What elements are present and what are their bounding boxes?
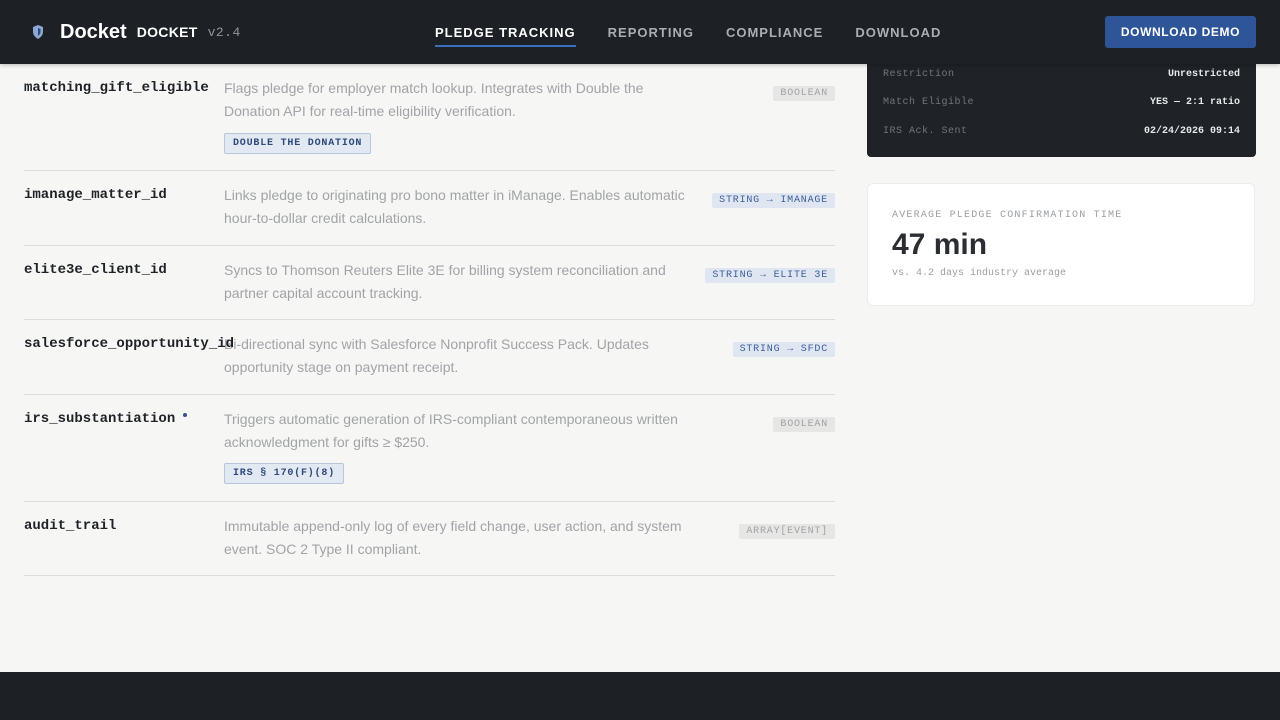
field-description: Links pledge to originating pro bono mat… <box>224 187 685 226</box>
field-name: irs_substantiation <box>24 411 176 427</box>
field-name: audit_trail <box>24 518 117 534</box>
brand-name: Docket <box>60 20 127 43</box>
field-name: salesforce_opportunity_id <box>24 336 235 352</box>
field-description: Immutable append-only log of every field… <box>224 518 682 557</box>
nav-download[interactable]: DOWNLOAD <box>855 0 941 64</box>
field-type-badge: STRING → IMANAGE <box>712 193 835 208</box>
field-description: Syncs to Thomson Reuters Elite 3E for bi… <box>224 262 666 301</box>
field-description: Triggers automatic generation of IRS-com… <box>224 411 678 450</box>
footer <box>0 672 1280 720</box>
detail-value: 02/24/2026 09:14 <box>1143 126 1240 137</box>
stat-value: 47 min <box>892 228 988 261</box>
top-navigation-bar: Docket DOCKET v2.4 PLEDGE TRACKING REPOR… <box>0 0 1280 64</box>
stat-label: AVERAGE PLEDGE CONFIRMATION TIME <box>892 210 1123 221</box>
field-row: imanage_matter_id Links pledge to origin… <box>24 171 835 246</box>
field-type-badge: BOOLEAN <box>773 86 835 101</box>
required-dot-icon <box>183 413 188 417</box>
detail-value: YES — 2:1 ratio <box>1149 97 1240 108</box>
field-row: irs_substantiation Triggers automatic ge… <box>24 395 835 502</box>
field-type-badge: STRING → SFDC <box>732 342 835 357</box>
field-description: Flags pledge for employer match lookup. … <box>224 80 644 119</box>
integration-chip: DOUBLE THE DONATION <box>224 133 372 154</box>
field-row: matching_gift_eligible Flags pledge for … <box>24 64 835 171</box>
version-label: v2.4 <box>207 24 241 40</box>
nav-compliance[interactable]: COMPLIANCE <box>726 0 823 64</box>
field-list: matching_gift_eligible Flags pledge for … <box>24 64 835 576</box>
detail-value: Unrestricted <box>1167 69 1240 80</box>
nav-reporting[interactable]: REPORTING <box>608 0 694 64</box>
detail-row-irs-ack: IRS Ack. Sent 02/24/2026 09:14 <box>883 126 1240 137</box>
field-row: audit_trail Immutable append-only log of… <box>24 502 835 576</box>
main-nav: PLEDGE TRACKING REPORTING COMPLIANCE DOW… <box>435 0 973 64</box>
logo[interactable]: Docket DOCKET v2.4 <box>30 21 241 44</box>
field-name: matching_gift_eligible <box>24 80 209 96</box>
confirmation-time-card: AVERAGE PLEDGE CONFIRMATION TIME 47 min … <box>867 183 1255 306</box>
download-demo-button[interactable]: DOWNLOAD DEMO <box>1104 16 1256 48</box>
field-type-badge: ARRAY[EVENT] <box>739 524 835 539</box>
detail-label: Restriction <box>883 69 955 80</box>
field-name-wrap: irs_substantiation <box>24 411 188 427</box>
detail-row-restriction: Restriction Unrestricted <box>883 69 1240 80</box>
field-row: Bi-directional sync with Salesforce Nonp… <box>24 320 835 395</box>
field-row: elite3e_client_id Syncs to Thomson Reute… <box>24 246 835 320</box>
shield-logo-icon <box>30 24 46 40</box>
detail-row-match-eligible: Match Eligible YES — 2:1 ratio <box>883 97 1240 108</box>
field-description: Bi-directional sync with Salesforce Nonp… <box>224 336 649 375</box>
brand-caps: DOCKET <box>136 24 198 40</box>
detail-label: Match Eligible <box>883 97 975 108</box>
field-name: imanage_matter_id <box>24 187 167 203</box>
field-type-badge: BOOLEAN <box>773 417 835 432</box>
regulation-chip: IRS § 170(F)(8) <box>224 463 345 484</box>
field-name: elite3e_client_id <box>24 262 167 278</box>
nav-pledge-tracking[interactable]: PLEDGE TRACKING <box>435 0 576 64</box>
stat-comparison: vs. 4.2 days industry average <box>892 268 1067 279</box>
detail-label: IRS Ack. Sent <box>883 126 968 137</box>
field-type-badge: STRING → ELITE 3E <box>705 268 835 283</box>
